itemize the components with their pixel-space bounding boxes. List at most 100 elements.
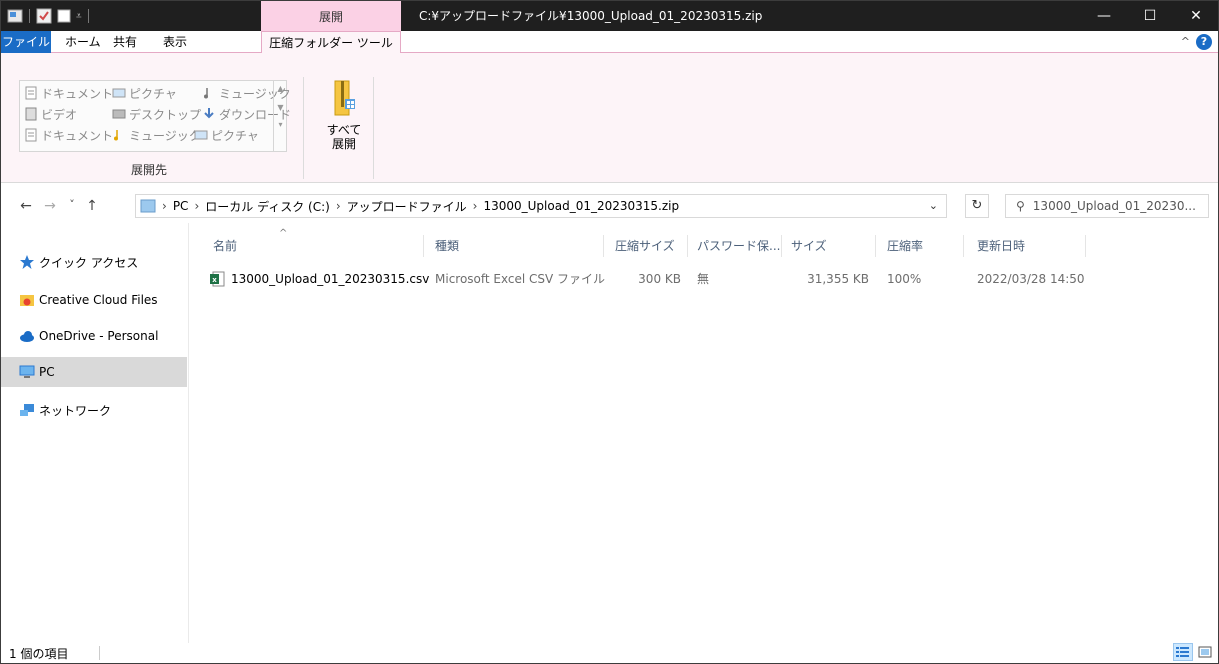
desktop-icon (112, 109, 126, 119)
breadcrumb-chevron-icon[interactable]: › (194, 199, 199, 213)
zip-folder-icon (334, 80, 355, 116)
music-icon (114, 130, 118, 141)
zip-location-icon (140, 199, 156, 213)
destination-documents-2[interactable]: ドキュメント (24, 126, 113, 144)
tab-compressed-folder-tools[interactable]: 圧縮フォルダー ツール (261, 31, 401, 54)
minimize-button[interactable]: — (1081, 1, 1127, 31)
column-header-ratio[interactable]: 圧縮率 (887, 235, 923, 257)
address-bar[interactable]: › PC › ローカル ディスク (C:) › アップロードファイル › 130… (135, 194, 947, 218)
tab-share[interactable]: 共有 (103, 31, 147, 53)
extract-destination-gallery: ドキュメント ピクチャ ミュージック ビデオ デスクトップ ダウンロード ドキュ… (19, 80, 291, 152)
file-size: 31,355 KB (807, 272, 869, 286)
picture-icon (194, 130, 208, 140)
folder-properties-icon[interactable] (7, 8, 23, 24)
context-tab-title: 展開 (261, 1, 401, 31)
maximize-button[interactable]: ☐ (1127, 1, 1173, 31)
tab-view[interactable]: 表示 (153, 31, 197, 53)
explorer-window: ⩡ 展開 C:¥アップロードファイル¥13000_Upload_01_20230… (0, 0, 1219, 664)
quick-access-toolbar: ⩡ (7, 6, 91, 26)
group-label-extract-to: 展開先 (131, 163, 168, 177)
file-name[interactable]: 13000_Upload_01_20230315.csv (231, 269, 429, 289)
column-header-name[interactable]: 名前 (213, 235, 237, 257)
address-row: ← → ˅ ↑ › PC › ローカル ディスク (C:) › アップロードファ… (1, 189, 1218, 223)
details-view-icon (1176, 647, 1189, 657)
close-button[interactable]: ✕ (1173, 1, 1218, 31)
destination-music-2[interactable]: ミュージック (112, 126, 201, 144)
gallery-scroll[interactable]: ▲ ▼ ▾ (273, 80, 287, 152)
breadcrumb-pc[interactable]: PC (173, 199, 189, 213)
sort-ascending-icon: ^ (279, 228, 288, 239)
ribbon-collapse-button[interactable]: ^ (1181, 35, 1190, 48)
large-icons-view-button[interactable] (1195, 643, 1215, 661)
download-icon (204, 108, 214, 119)
breadcrumb-chevron-icon[interactable]: › (336, 199, 341, 213)
extract-all-label: すべて 展開 (326, 123, 362, 151)
extract-all-button[interactable]: すべて 展開 (321, 79, 367, 161)
window-title: C:¥アップロードファイル¥13000_Upload_01_20230315.z… (419, 9, 763, 23)
help-icon[interactable]: ? (1196, 34, 1212, 50)
back-button[interactable]: ← (17, 198, 35, 214)
column-header-size[interactable]: サイズ (791, 235, 827, 257)
destination-documents[interactable]: ドキュメント (24, 84, 113, 102)
document-icon (25, 128, 37, 142)
column-divider[interactable] (875, 235, 876, 257)
file-type: Microsoft Excel CSV ファイル (435, 272, 606, 286)
refresh-button[interactable]: ↻ (965, 194, 989, 218)
ribbon-group-divider (373, 77, 374, 179)
column-header-modified[interactable]: 更新日時 (977, 235, 1025, 257)
column-divider[interactable] (963, 235, 964, 257)
search-value: 13000_Upload_01_20230... (1032, 199, 1196, 213)
destination-pictures[interactable]: ピクチャ (112, 84, 177, 102)
music-icon (204, 88, 208, 99)
breadcrumb-local-disk[interactable]: ローカル ディスク (C:) (205, 198, 330, 215)
title-bar: ⩡ 展開 C:¥アップロードファイル¥13000_Upload_01_20230… (1, 1, 1218, 31)
qat-customize-icon[interactable]: ⩡ (76, 11, 82, 22)
breadcrumb-chevron-icon[interactable]: › (162, 199, 167, 213)
column-header-type[interactable]: 種類 (435, 235, 459, 257)
ribbon-group-divider (303, 77, 304, 179)
svg-text:x: x (212, 276, 217, 284)
star-icon (20, 255, 34, 269)
item-count: 1 個の項目 (9, 647, 69, 661)
column-header-password[interactable]: パスワード保... (697, 235, 780, 257)
recent-locations-button[interactable]: ˅ (63, 198, 81, 211)
file-modified: 2022/03/28 14:50 (977, 272, 1085, 286)
nav-item-quick-access[interactable]: クイック アクセス (1, 247, 187, 277)
search-icon: ⚲ (1016, 199, 1025, 213)
nav-item-creative-cloud[interactable]: Creative Cloud Files (1, 285, 187, 315)
computer-icon (19, 365, 35, 378)
breadcrumb-upload-folder[interactable]: アップロードファイル (347, 198, 467, 215)
new-folder-icon[interactable] (56, 8, 72, 24)
scroll-down-icon[interactable]: ▼ (274, 103, 287, 112)
forward-button[interactable]: → (41, 198, 59, 214)
document-icon (25, 86, 37, 100)
column-header-compressed-size[interactable]: 圧縮サイズ (615, 235, 675, 257)
nav-item-onedrive[interactable]: OneDrive - Personal (1, 321, 187, 351)
details-view-button[interactable] (1173, 643, 1193, 661)
large-icons-view-icon (1198, 646, 1212, 658)
column-divider[interactable] (687, 235, 688, 257)
column-divider[interactable] (603, 235, 604, 257)
destination-pictures-2[interactable]: ピクチャ (194, 126, 259, 144)
nav-item-pc[interactable]: PC (1, 357, 187, 387)
destination-videos[interactable]: ビデオ (24, 105, 77, 123)
scroll-up-icon[interactable]: ▲ (274, 84, 287, 93)
up-button[interactable]: ↑ (83, 198, 101, 214)
excel-csv-icon: x (210, 271, 225, 287)
ribbon-tabs: ファイル ホーム 共有 表示 圧縮フォルダー ツール ^ ? (1, 31, 1218, 54)
breadcrumb-zip-file[interactable]: 13000_Upload_01_20230315.zip (483, 199, 679, 213)
breadcrumb-chevron-icon[interactable]: › (473, 199, 478, 213)
destination-desktop[interactable]: デスクトップ (112, 105, 201, 123)
gallery-more-icon[interactable]: ▾ (274, 120, 287, 129)
cloud-icon (20, 331, 34, 342)
column-divider[interactable] (1085, 235, 1086, 257)
navigation-pane: クイック アクセス Creative Cloud Files OneDrive … (1, 223, 189, 643)
search-input[interactable]: ⚲ 13000_Upload_01_20230... (1005, 194, 1209, 218)
address-dropdown-icon[interactable]: ⌄ (929, 199, 938, 212)
column-divider[interactable] (423, 235, 424, 257)
video-icon (25, 107, 37, 121)
column-divider[interactable] (781, 235, 782, 257)
tab-file[interactable]: ファイル (1, 31, 51, 53)
checklist-icon[interactable] (36, 8, 52, 24)
nav-item-network[interactable]: ネットワーク (1, 395, 187, 425)
